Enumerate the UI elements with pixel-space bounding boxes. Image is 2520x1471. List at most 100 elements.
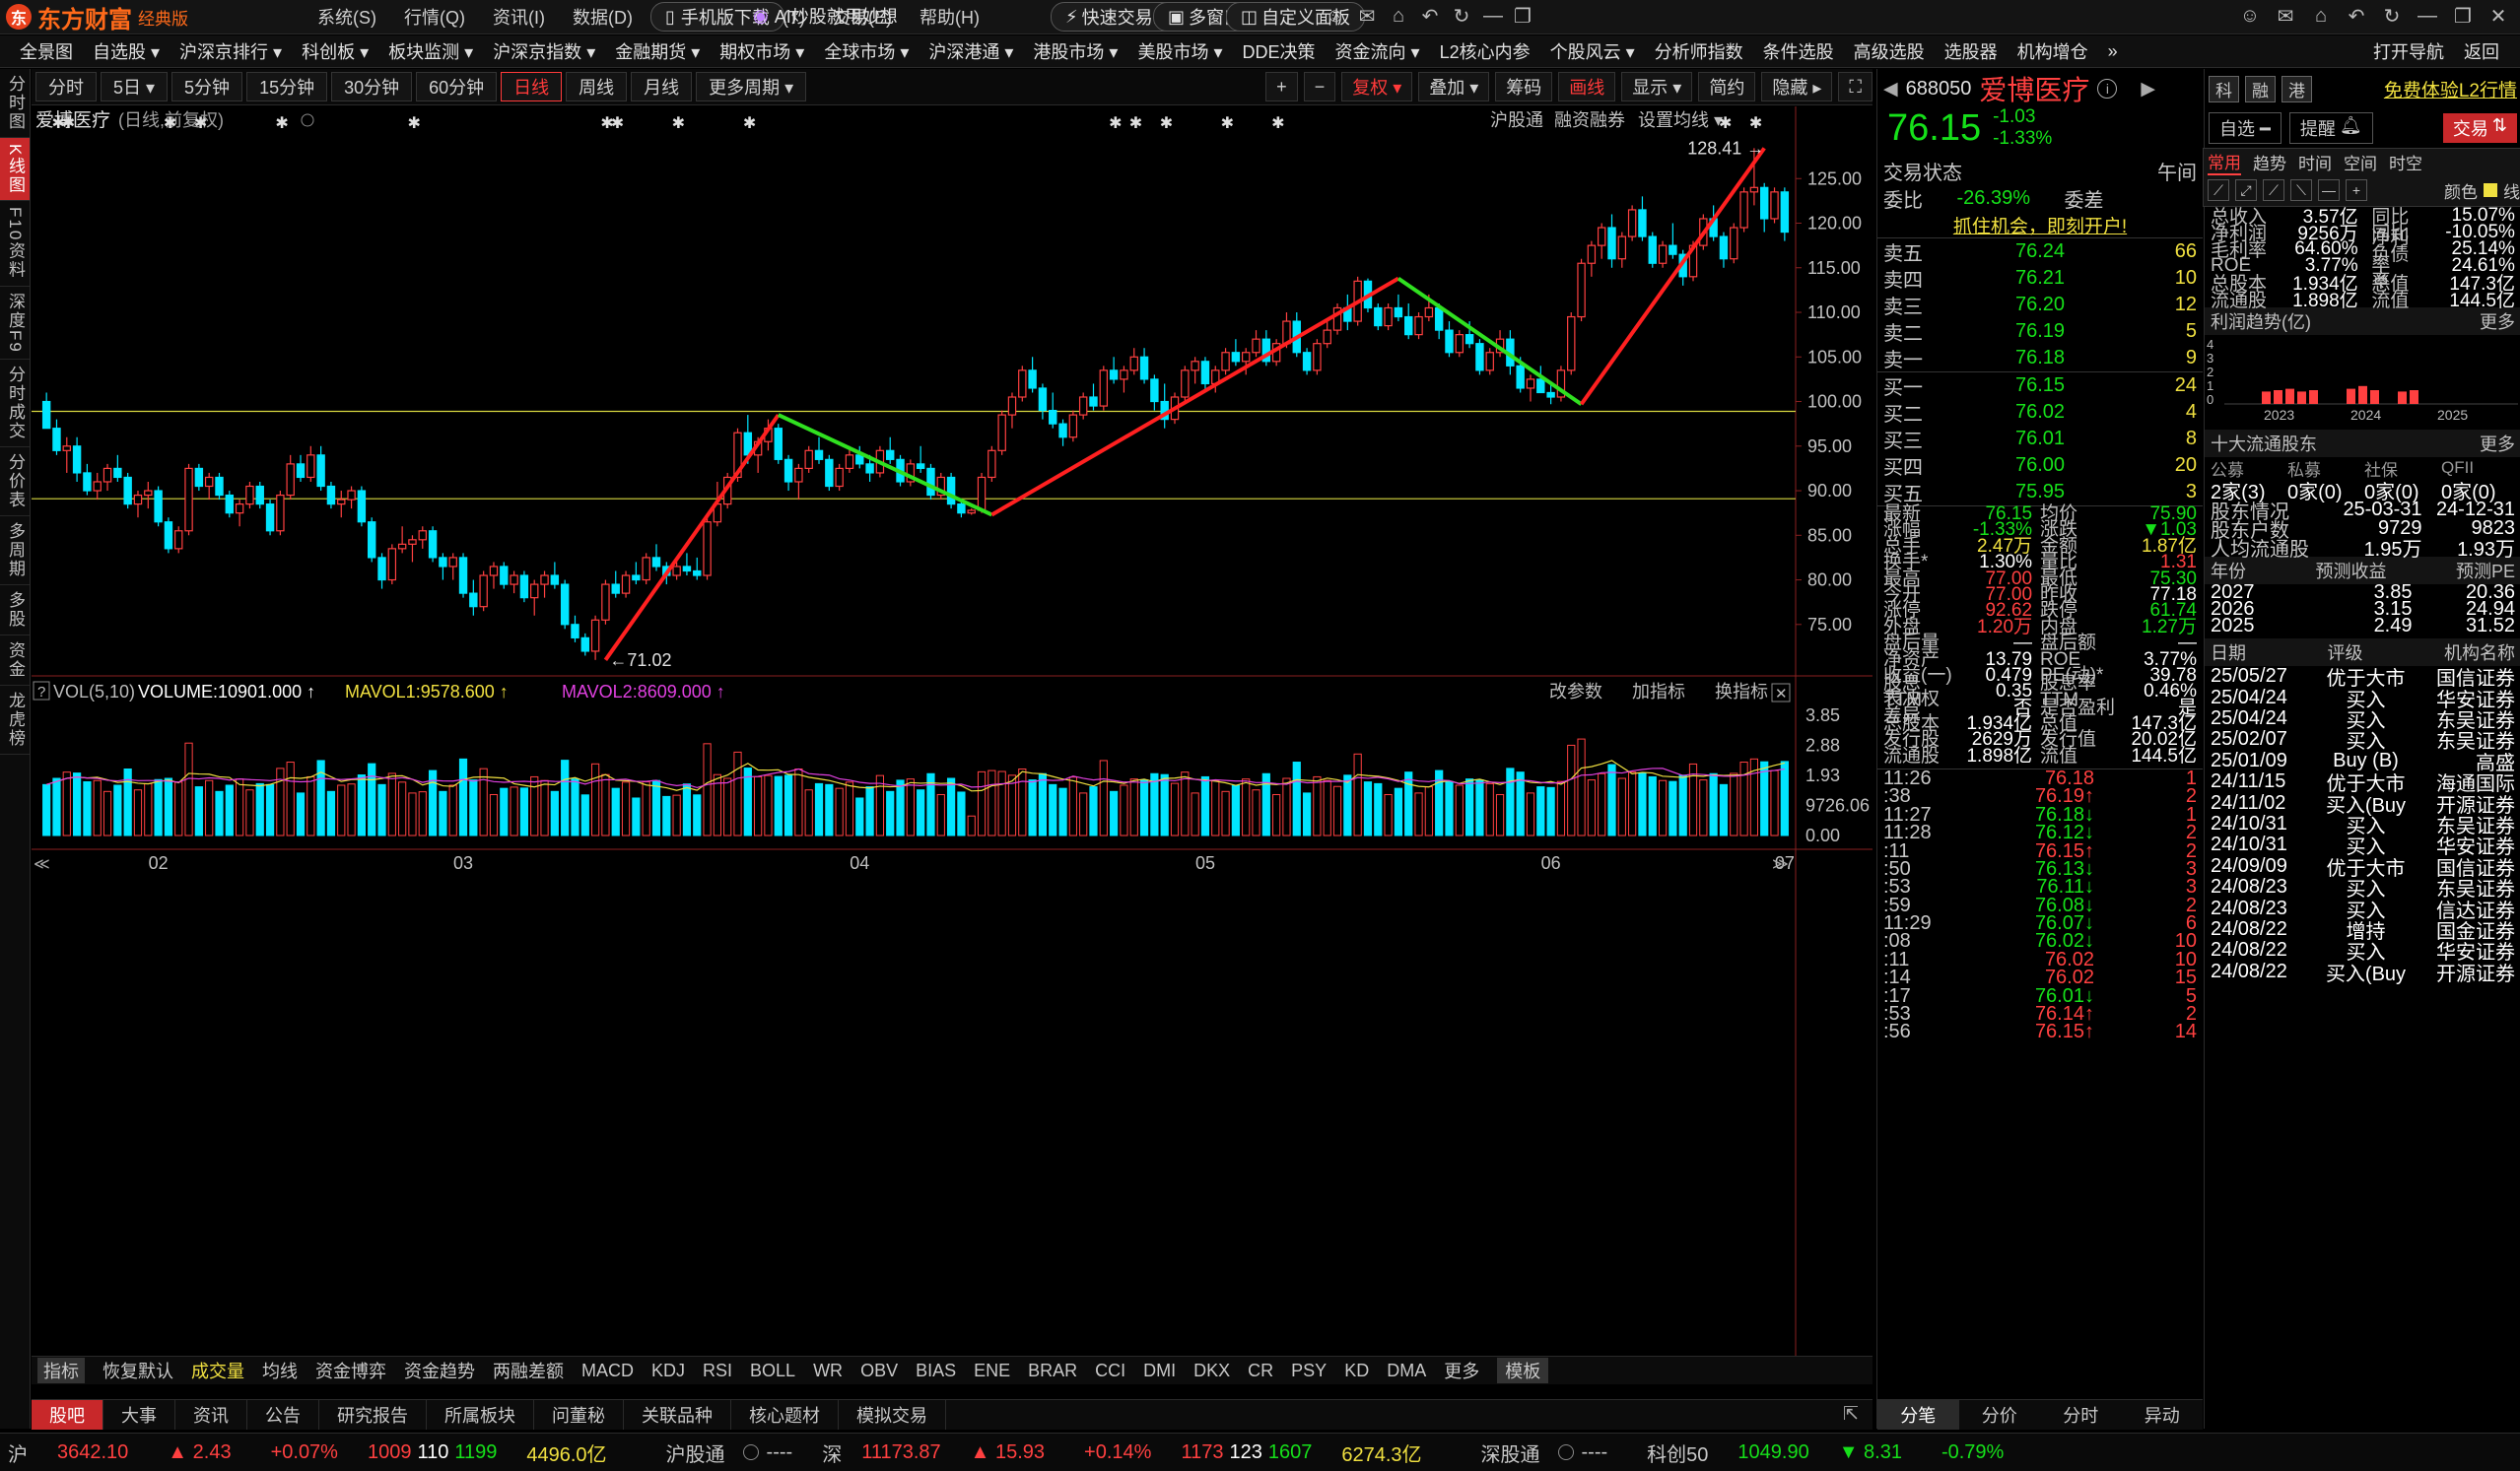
volume-bar[interactable]	[1414, 792, 1423, 836]
volume-bar[interactable]	[377, 783, 386, 836]
candle[interactable]	[835, 463, 844, 492]
holders-more-link[interactable]: 更多	[2480, 431, 2515, 456]
period-button[interactable]: 月线	[631, 72, 693, 101]
volume-bar[interactable]	[1038, 772, 1048, 836]
indicator-tab[interactable]: OBV	[860, 1361, 898, 1381]
volume-bar[interactable]	[1546, 786, 1555, 836]
volume-bar[interactable]	[1028, 779, 1037, 836]
info-icon[interactable]: i	[2097, 79, 2118, 99]
volume-bar[interactable]	[1648, 775, 1657, 836]
candle[interactable]	[1730, 223, 1738, 264]
back-icon[interactable]: ↶	[1415, 2, 1445, 30]
indicator-tab[interactable]: 资金博弈	[315, 1358, 386, 1383]
left-tab[interactable]: 深度F9	[0, 287, 30, 361]
volume-bar[interactable]	[651, 779, 661, 836]
volume-bar[interactable]	[418, 791, 427, 836]
rzrq-link[interactable]: 融资融券	[1554, 110, 1625, 130]
volume-bar[interactable]	[1455, 784, 1464, 836]
candle[interactable]	[154, 486, 163, 527]
candle[interactable]	[326, 481, 336, 509]
candle[interactable]	[1658, 240, 1668, 268]
volume-bar[interactable]	[93, 779, 102, 836]
candle[interactable]	[825, 454, 834, 492]
volume-bar[interactable]	[1282, 777, 1291, 836]
candle[interactable]	[1099, 366, 1109, 411]
chart-tool-button[interactable]: 显示 ▾	[1621, 72, 1693, 101]
candle[interactable]	[1018, 366, 1027, 402]
profit-bar[interactable]	[2347, 388, 2355, 404]
user-icon[interactable]: ☺	[1321, 2, 1350, 30]
event-marker[interactable]: ✱	[1271, 115, 1284, 132]
volume-bar[interactable]	[865, 786, 874, 836]
volume-bar[interactable]	[1628, 771, 1637, 836]
expand-icon[interactable]: ⇱	[1833, 1399, 1869, 1429]
event-marker[interactable]: ✱	[407, 115, 420, 132]
indicator-tab[interactable]: BRAR	[1028, 1361, 1077, 1381]
volume-bar[interactable]	[154, 778, 163, 836]
volume-bar[interactable]	[1191, 792, 1199, 836]
ask-row[interactable]: 卖一 76.18 9	[1877, 345, 2203, 371]
draw-tab[interactable]: 时间	[2298, 150, 2332, 174]
period-button[interactable]: 60分钟	[416, 72, 498, 101]
candle[interactable]	[367, 517, 376, 563]
volume-bar[interactable]	[296, 792, 306, 836]
candle[interactable]	[123, 472, 132, 509]
volume-bar[interactable]	[1353, 753, 1362, 836]
profit-bar[interactable]	[2274, 390, 2282, 404]
volume-bar[interactable]	[1160, 773, 1169, 836]
sh-index[interactable]: 3642.10	[57, 1441, 128, 1464]
indicator-tab[interactable]: WR	[813, 1361, 843, 1381]
volume-bar[interactable]	[835, 787, 844, 836]
message-icon[interactable]: ✉	[2271, 2, 2300, 30]
candle[interactable]	[265, 500, 275, 536]
volume-bar[interactable]	[1129, 778, 1138, 836]
volume-bar[interactable]	[1678, 774, 1687, 836]
candle[interactable]	[621, 570, 631, 598]
alert-button[interactable]: 提醒 🔔︎	[2288, 112, 2373, 144]
indicator-tab[interactable]: 两融差额	[493, 1358, 564, 1383]
volume-bar[interactable]	[357, 774, 366, 836]
color-swatch[interactable]	[2484, 183, 2497, 197]
kc-index[interactable]: 1049.90	[1737, 1441, 1808, 1464]
menu-item[interactable]: 数据(D)	[573, 4, 633, 30]
left-tab[interactable]: K线图	[0, 138, 30, 202]
nav-item[interactable]: 分析师指数	[1655, 38, 1743, 64]
volume-bar[interactable]	[1058, 787, 1067, 836]
volume-bar[interactable]	[571, 778, 579, 836]
segment-tool-icon[interactable]: ⟋	[2263, 179, 2284, 201]
zoom-out-icon[interactable]: −	[1303, 72, 1336, 101]
event-marker[interactable]: ✱	[611, 115, 624, 132]
chart-tool-button[interactable]: 画线	[1558, 72, 1616, 101]
volume-bar[interactable]	[1099, 760, 1108, 836]
nav-item[interactable]: 全球市场 ▾	[824, 38, 909, 64]
profit-bar[interactable]	[2398, 391, 2407, 404]
volume-bar[interactable]	[764, 774, 773, 836]
volume-bar[interactable]	[276, 768, 285, 836]
volume-bar[interactable]	[1170, 782, 1180, 836]
volume-bar[interactable]	[113, 784, 122, 836]
volume-bar[interactable]	[1658, 779, 1668, 836]
event-marker[interactable]: ✱	[164, 115, 176, 132]
stock-tag[interactable]: 融	[2245, 75, 2276, 102]
candle[interactable]	[1627, 205, 1637, 241]
volume-bar[interactable]	[1719, 783, 1729, 836]
indicator-tab[interactable]: 均线	[262, 1358, 298, 1383]
candle[interactable]	[997, 410, 1006, 455]
ma-settings-link[interactable]: 设置均线 ▾	[1638, 110, 1723, 130]
draw-tab[interactable]: 时空	[2389, 150, 2422, 174]
volume-bar[interactable]	[194, 786, 203, 836]
volume-bar[interactable]	[286, 762, 295, 836]
next-stock-icon[interactable]: ▶	[2141, 78, 2155, 100]
volume-bar[interactable]	[1404, 771, 1413, 836]
candle[interactable]	[1567, 312, 1576, 375]
volume-bar[interactable]	[855, 797, 864, 836]
volume-bar[interactable]	[662, 795, 671, 836]
volume-bar[interactable]	[1343, 774, 1352, 836]
menu-item[interactable]: 帮助(H)	[919, 4, 980, 30]
profit-bar[interactable]	[2358, 385, 2367, 404]
volume-bar[interactable]	[102, 790, 112, 836]
volume-bar[interactable]	[205, 779, 214, 836]
volume-bar[interactable]	[1638, 772, 1647, 836]
left-tab[interactable]: 龙虎榜	[0, 686, 30, 756]
draw-tab[interactable]: 常用	[2208, 149, 2241, 175]
